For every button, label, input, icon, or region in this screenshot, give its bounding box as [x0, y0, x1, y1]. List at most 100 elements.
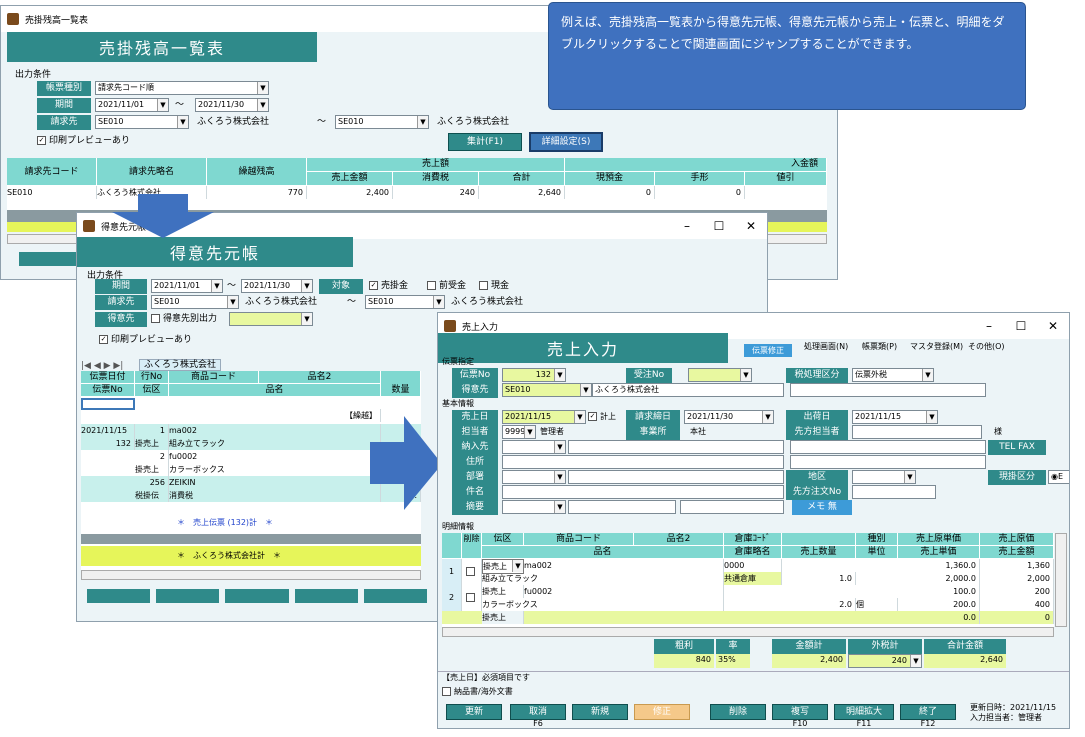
post-checkbox[interactable]: ✓ 計上	[588, 410, 616, 424]
staff-select[interactable]: 9999 ▼	[502, 425, 536, 439]
edit-button[interactable]: 修正	[634, 704, 690, 720]
date-to-input[interactable]: 2021/11/30 ▼	[195, 98, 269, 112]
check-icon: ✓	[99, 335, 108, 344]
dept-name[interactable]	[568, 470, 784, 484]
cust-from-select[interactable]: SE010 ▼	[151, 295, 239, 309]
cust-code-input[interactable]: SE010 ▼	[502, 383, 592, 397]
date-to-input[interactable]: 2021/11/30 ▼	[241, 279, 313, 293]
copy-button[interactable]: 複写	[772, 704, 828, 720]
memo-name[interactable]	[568, 500, 676, 514]
cell-code: fu0002	[169, 450, 381, 463]
grand-total-value: 2,640	[924, 654, 1006, 668]
menu-master[interactable]: マスタ登録(M)	[910, 340, 963, 354]
cust-from-select[interactable]: SE010 ▼	[95, 115, 189, 129]
h-scrollbar[interactable]	[81, 570, 421, 580]
chevron-down-icon: ▼	[257, 99, 268, 111]
addr-extra[interactable]	[790, 455, 986, 469]
cust-extra-field[interactable]	[790, 383, 986, 397]
opt-advance[interactable]: 前受金	[427, 279, 466, 293]
cancel-button[interactable]: 取消	[510, 704, 566, 720]
col-item: 品名	[169, 384, 381, 397]
function-key[interactable]	[294, 589, 358, 603]
cust-label: 請求先	[37, 115, 91, 130]
tok-checkbox[interactable]: 得意先別出力	[151, 312, 217, 326]
cell-qty: 1.0	[782, 572, 856, 585]
memo-button[interactable]: メモ 無	[792, 500, 852, 515]
table-row[interactable]: 1 掛売上 ▼ ma002 0000 1,360.0 1,360 組み立てラック …	[442, 559, 1054, 585]
function-key[interactable]	[87, 589, 151, 603]
order-input[interactable]: ▼	[688, 368, 752, 382]
close-icon[interactable]: ✕	[1037, 313, 1069, 339]
deliv-name[interactable]	[568, 440, 784, 454]
table-row[interactable]: 2 掛売上 fu0002 100.0 200 カラーボックス 2.0 個 200…	[442, 585, 1054, 611]
v-scrollbar[interactable]	[1055, 533, 1067, 627]
area-select[interactable]: ▼	[852, 470, 916, 484]
exit-button[interactable]: 終了	[900, 704, 956, 720]
maximize-icon[interactable]: ☐	[703, 213, 735, 239]
slip-input[interactable]: 132 ▼	[502, 368, 566, 382]
window-title: 売掛残高一覧表	[25, 15, 89, 26]
deliv-extra[interactable]	[790, 440, 986, 454]
minimize-icon[interactable]: –	[973, 313, 1005, 339]
detail-settings-button[interactable]: 詳細設定(S)	[529, 132, 603, 152]
menu-process[interactable]: 処理画面(N)	[804, 340, 848, 354]
tok-select[interactable]: ▼	[229, 312, 313, 326]
h-scrollbar[interactable]	[442, 627, 1054, 637]
col-amount: 売上金額	[980, 546, 1054, 559]
date-from-input[interactable]: 2021/11/01 ▼	[95, 98, 169, 112]
expand-detail-button[interactable]: 明細拡大	[834, 704, 894, 720]
col-line: 行No	[135, 371, 169, 384]
contact-input[interactable]	[852, 425, 982, 439]
tab-customer[interactable]: ふくろう株式会社	[139, 359, 222, 371]
update-button[interactable]: 更新	[446, 704, 502, 720]
addr-input[interactable]	[502, 455, 784, 469]
memo-select[interactable]: ▼	[502, 500, 566, 514]
delete-checkbox[interactable]	[462, 585, 482, 611]
function-key[interactable]	[363, 589, 428, 603]
foreign-doc-checkbox[interactable]: 納品書/海外文書	[442, 685, 513, 699]
cust-to-select[interactable]: SE010 ▼	[335, 115, 429, 129]
tax-total-select[interactable]: 240 ▼	[848, 654, 922, 668]
cust-name-field[interactable]: ふくろう株式会社	[592, 383, 784, 397]
col-qty: 売上数量	[782, 546, 856, 559]
close-icon[interactable]: ✕	[735, 213, 767, 239]
dept-select[interactable]: ▼	[502, 470, 566, 484]
subject-input[interactable]	[502, 485, 784, 499]
deliv-select[interactable]: ▼	[502, 440, 566, 454]
type-select[interactable]: 請求先コード順 ▼	[95, 81, 269, 95]
cell-line: 1	[135, 424, 169, 437]
opt-receivable[interactable]: ✓ 売掛金	[369, 279, 408, 293]
new-button[interactable]: 新規	[572, 704, 628, 720]
subject-label: 件名	[452, 485, 498, 500]
cust-to-select[interactable]: SE010 ▼	[365, 295, 445, 309]
memo-extra[interactable]	[680, 500, 784, 514]
close-select[interactable]: 2021/11/30 ▼	[684, 410, 774, 424]
contact-label: 先方担当者	[786, 425, 848, 440]
function-key[interactable]	[225, 589, 289, 603]
table-row[interactable]: 掛売上 0.0 0	[442, 611, 1054, 624]
function-key[interactable]	[19, 252, 79, 266]
preview-checkbox[interactable]: ✓ 印刷プレビューあり	[99, 333, 192, 347]
app-icon	[444, 320, 456, 332]
total-button[interactable]: 集計(F1)	[448, 133, 522, 151]
po-input[interactable]	[852, 485, 936, 499]
cell-line: 2	[135, 450, 169, 463]
delete-button[interactable]: 削除	[710, 704, 766, 720]
date-input[interactable]: 2021/11/15 ▼	[502, 410, 586, 424]
delete-checkbox[interactable]	[462, 559, 482, 585]
preview-checkbox[interactable]: ✓ 印刷プレビューあり	[37, 134, 130, 148]
minimize-icon[interactable]: –	[671, 213, 703, 239]
date-from-input[interactable]: 2021/11/01 ▼	[151, 279, 223, 293]
taxcls-select[interactable]: 伝票外税 ▼	[852, 368, 934, 382]
maximize-icon[interactable]: ☐	[1005, 313, 1037, 339]
function-key[interactable]	[156, 589, 220, 603]
chevron-down-icon: ▼	[554, 471, 565, 483]
opt-cash[interactable]: 現金	[479, 279, 509, 293]
paycls-radio[interactable]: ◉E	[1048, 470, 1069, 484]
ship-select[interactable]: 2021/11/15 ▼	[852, 410, 938, 424]
tilde: 〜	[317, 117, 327, 127]
telfax-label: TEL FAX	[988, 440, 1046, 455]
chevron-down-icon: ▼	[904, 471, 915, 483]
menu-reports[interactable]: 帳票類(P)	[862, 340, 897, 354]
menu-other[interactable]: その他(O)	[968, 340, 1005, 354]
